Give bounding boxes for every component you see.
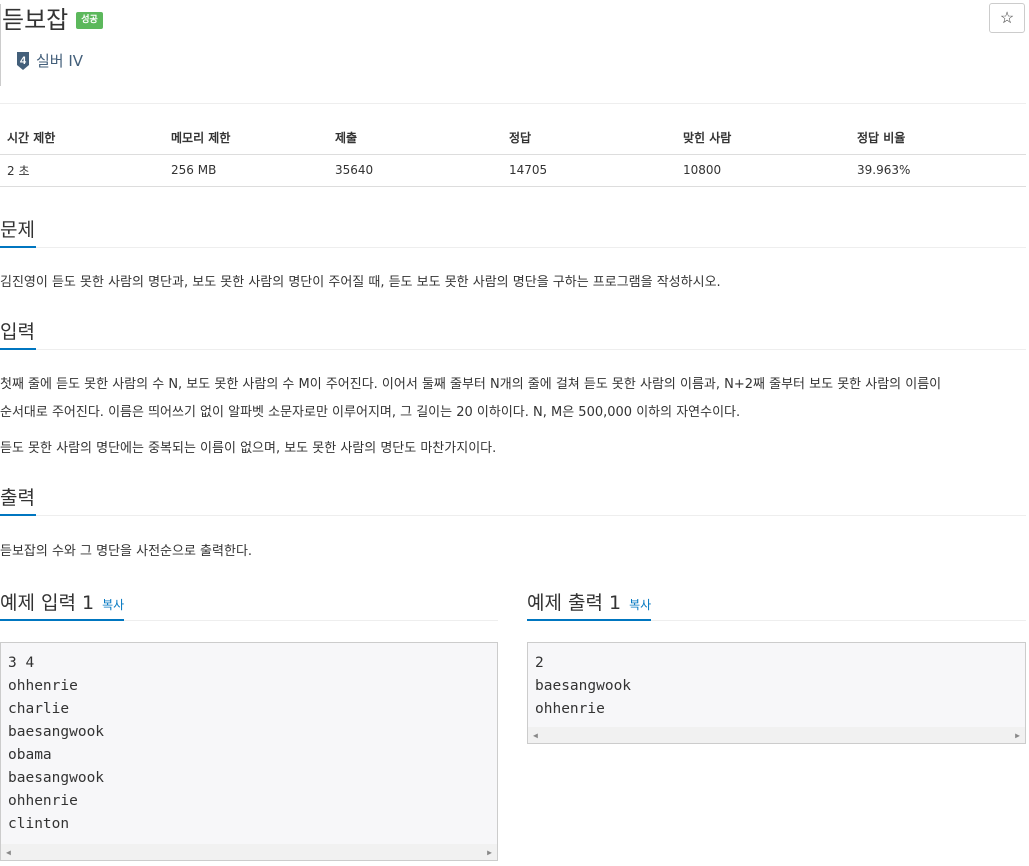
horizontal-scrollbar[interactable]: ◀ ▶: [528, 727, 1025, 743]
section-underline: [0, 619, 124, 621]
sample-input-box[interactable]: 3 4 ohhenrie charlie baesangwook obama b…: [0, 642, 498, 861]
scroll-right-icon[interactable]: ▶: [487, 848, 492, 857]
title-row: 듣보잡 성공: [0, 0, 103, 40]
sample-output-box[interactable]: 2 baesangwook ohhenrie ◀ ▶: [527, 642, 1026, 744]
tier-link[interactable]: 4 실버 IV: [15, 50, 83, 71]
cell-accepted: 14705: [502, 154, 676, 187]
section-heading-input: 입력: [0, 321, 35, 343]
scroll-left-icon[interactable]: ◀: [533, 731, 538, 740]
divider: [0, 103, 1026, 104]
tier-badge-icon: 4: [17, 51, 29, 70]
table-row: 2 초 256 MB 35640 14705 10800 39.963%: [0, 154, 1026, 187]
section-divider: [0, 247, 1026, 248]
cell-submissions: 35640: [328, 154, 502, 187]
copy-sample-input-button[interactable]: 복사: [102, 596, 124, 613]
cell-solved-users: 10800: [676, 154, 850, 187]
star-button[interactable]: ☆: [989, 3, 1025, 33]
sample-input-content: 3 4 ohhenrie charlie baesangwook obama b…: [8, 655, 105, 832]
page-title: 듣보잡: [2, 6, 69, 34]
header-time-limit: 시간 제한: [0, 122, 164, 155]
scroll-right-icon[interactable]: ▶: [1015, 731, 1020, 740]
header-accept-ratio: 정답 비율: [850, 122, 1026, 155]
sample-output-content: 2 baesangwook ohhenrie: [535, 655, 632, 717]
input-description-line3: 듣도 못한 사람의 명단에는 중복되는 이름이 없으며, 보도 못한 사람의 명…: [0, 441, 497, 456]
sample-output-heading: 예제 출력 1 복사: [527, 588, 651, 615]
header-accepted: 정답: [502, 122, 676, 155]
input-description-line2: 순서대로 주어진다. 이름은 띄어쓰기 없이 알파벳 소문자로만 이루어지며, …: [0, 405, 741, 420]
sample-input-title: 예제 입력 1: [0, 592, 95, 614]
sample-output-title: 예제 출력 1: [527, 592, 622, 614]
section-heading-output: 출력: [0, 487, 35, 509]
copy-sample-output-button[interactable]: 복사: [629, 596, 651, 613]
section-divider: [0, 349, 1026, 350]
section-underline: [0, 246, 36, 248]
header-memory-limit: 메모리 제한: [164, 122, 328, 155]
table-header-row: 시간 제한 메모리 제한 제출 정답 맞힌 사람 정답 비율: [0, 122, 1026, 155]
problem-info-table: 시간 제한 메모리 제한 제출 정답 맞힌 사람 정답 비율 2 초 256 M…: [0, 122, 1026, 187]
section-underline: [0, 348, 36, 350]
section-underline: [527, 619, 651, 621]
scroll-left-icon[interactable]: ◀: [6, 848, 11, 857]
cell-accept-ratio: 39.963%: [850, 154, 1026, 187]
tier-number: 4: [20, 55, 27, 67]
input-description-line1: 첫째 줄에 듣도 못한 사람의 수 N, 보도 못한 사람의 수 M이 주어진다…: [0, 377, 942, 392]
output-description: 듣보잡의 수와 그 명단을 사전순으로 출력한다.: [0, 544, 253, 559]
status-badge: 성공: [76, 11, 103, 29]
header-submissions: 제출: [328, 122, 502, 155]
star-icon: ☆: [999, 10, 1015, 27]
cell-memory-limit: 256 MB: [164, 154, 328, 187]
problem-description: 김진영이 듣도 못한 사람의 명단과, 보도 못한 사람의 명단이 주어질 때,…: [0, 275, 721, 290]
section-divider: [0, 515, 1026, 516]
header-solved-users: 맞힌 사람: [676, 122, 850, 155]
tier-label: 실버 IV: [36, 52, 84, 70]
cell-time-limit: 2 초: [0, 154, 164, 187]
sample-input-heading: 예제 입력 1 복사: [0, 588, 124, 615]
section-heading-problem: 문제: [0, 219, 35, 241]
horizontal-scrollbar[interactable]: ◀ ▶: [1, 844, 497, 860]
section-underline: [0, 514, 36, 516]
